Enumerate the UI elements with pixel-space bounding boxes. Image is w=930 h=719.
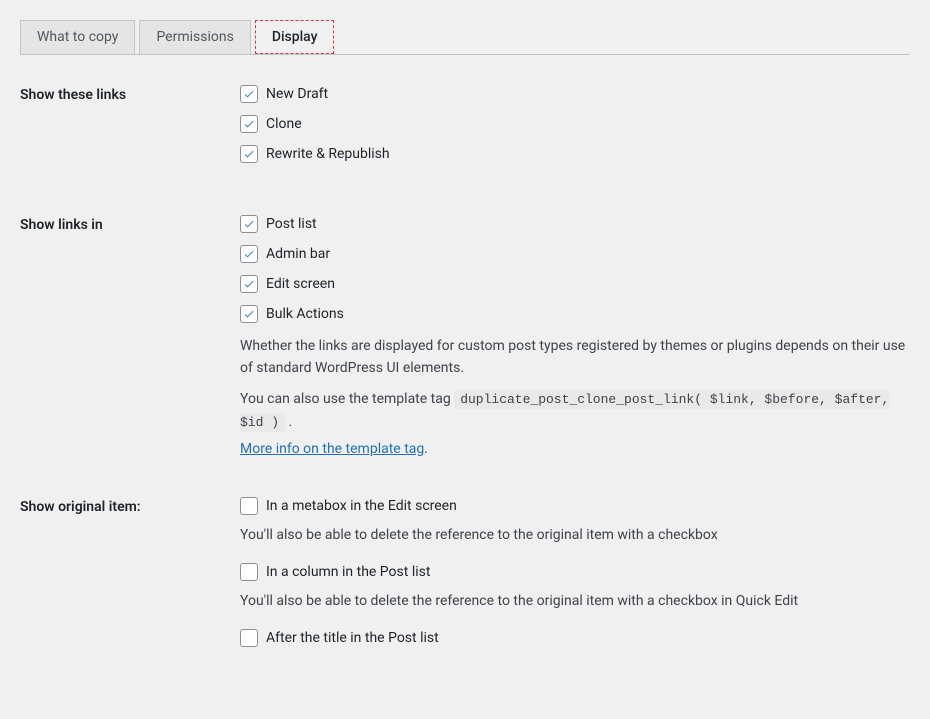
option-new-draft: New Draft — [240, 85, 910, 103]
checkbox-admin-bar[interactable] — [240, 245, 258, 263]
checkbox-bulk-actions[interactable] — [240, 305, 258, 323]
checkbox-post-list[interactable] — [240, 215, 258, 233]
label-show-links: Show these links — [20, 85, 240, 103]
option-admin-bar: Admin bar — [240, 245, 910, 263]
label-clone: Clone — [266, 116, 302, 132]
tab-permissions[interactable]: Permissions — [139, 20, 250, 54]
desc-template-suffix: . — [289, 414, 293, 430]
label-show-links-in: Show links in — [20, 215, 240, 233]
label-edit-screen: Edit screen — [266, 276, 335, 292]
desc-template-prefix: You can also use the template tag — [240, 391, 454, 407]
checkbox-edit-screen[interactable] — [240, 275, 258, 293]
label-admin-bar: Admin bar — [266, 246, 330, 262]
row-show-links-in: Show links in Post list Admin bar Edit s… — [20, 215, 910, 457]
content-show-links-in: Post list Admin bar Edit screen Bulk Act… — [240, 215, 910, 457]
option-column: In a column in the Post list — [240, 563, 910, 581]
label-show-original: Show original item: — [20, 497, 240, 515]
settings-tabs: What to copy Permissions Display — [20, 20, 910, 55]
option-edit-screen: Edit screen — [240, 275, 910, 293]
desc-column: You'll also be able to delete the refere… — [240, 593, 910, 609]
checkbox-after-title[interactable] — [240, 629, 258, 647]
option-rewrite-republish: Rewrite & Republish — [240, 145, 910, 163]
checkbox-clone[interactable] — [240, 115, 258, 133]
option-after-title: After the title in the Post list — [240, 629, 910, 647]
desc-metabox: You'll also be able to delete the refere… — [240, 527, 910, 543]
checkbox-rewrite-republish[interactable] — [240, 145, 258, 163]
option-bulk-actions: Bulk Actions — [240, 305, 910, 323]
content-show-original: In a metabox in the Edit screen You'll a… — [240, 497, 910, 659]
content-show-links: New Draft Clone Rewrite & Republish — [240, 85, 910, 175]
desc-template-tag: You can also use the template tag duplic… — [240, 388, 910, 434]
option-post-list: Post list — [240, 215, 910, 233]
tab-what-to-copy[interactable]: What to copy — [20, 20, 135, 54]
label-new-draft: New Draft — [266, 86, 328, 102]
tab-display[interactable]: Display — [255, 20, 335, 54]
checkbox-new-draft[interactable] — [240, 85, 258, 103]
option-metabox: In a metabox in the Edit screen — [240, 497, 910, 515]
checkbox-metabox[interactable] — [240, 497, 258, 515]
checkbox-column[interactable] — [240, 563, 258, 581]
label-metabox: In a metabox in the Edit screen — [266, 498, 457, 514]
row-show-links: Show these links New Draft Clone Rewrite… — [20, 85, 910, 175]
desc-custom-post-types: Whether the links are displayed for cust… — [240, 335, 910, 380]
label-after-title: After the title in the Post list — [266, 630, 439, 646]
label-column: In a column in the Post list — [266, 564, 430, 580]
row-show-original: Show original item: In a metabox in the … — [20, 497, 910, 659]
link-template-tag-info[interactable]: More info on the template tag — [240, 441, 424, 457]
label-bulk-actions: Bulk Actions — [266, 306, 344, 322]
label-rewrite-republish: Rewrite & Republish — [266, 146, 390, 162]
label-post-list: Post list — [266, 216, 317, 232]
option-clone: Clone — [240, 115, 910, 133]
